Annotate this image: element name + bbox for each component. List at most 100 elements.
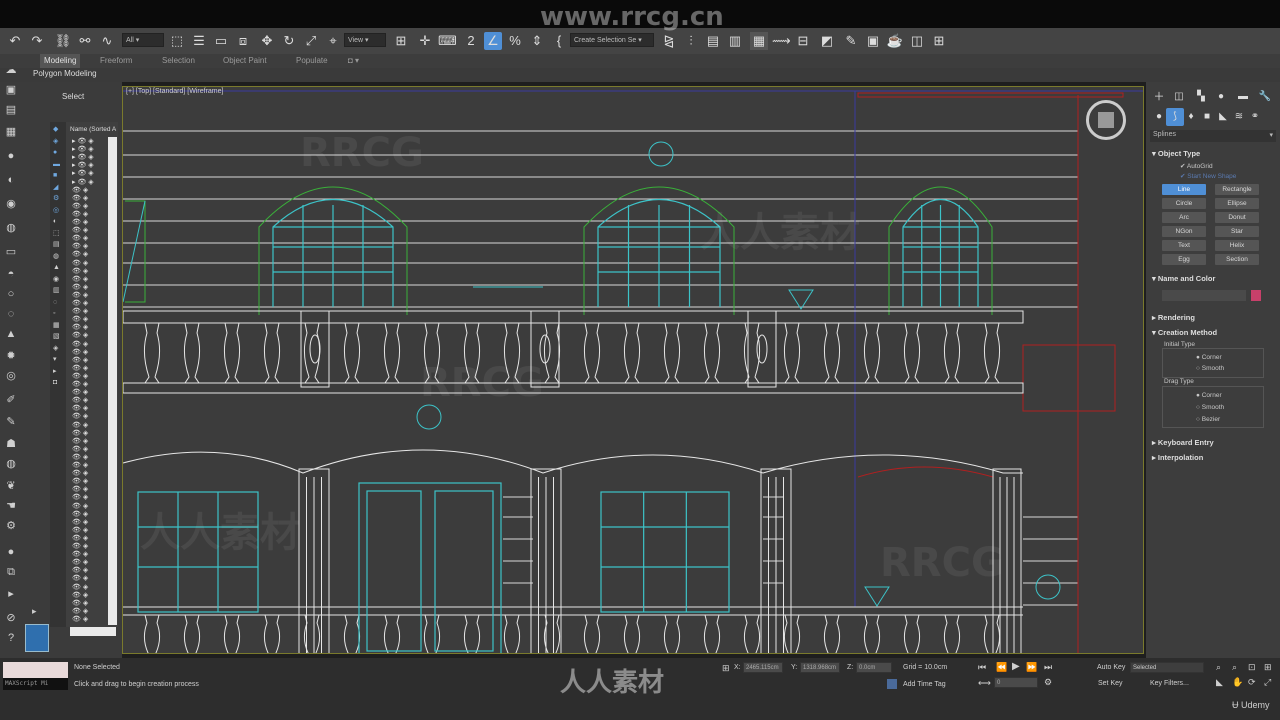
explorer-row[interactable]: 👁 ◈ xyxy=(72,373,88,381)
explorer-row[interactable]: 👁 ◈ xyxy=(72,462,88,470)
utilities-icon[interactable]: ◐ xyxy=(3,172,19,188)
layer-explorer-icon[interactable]: ▤ xyxy=(704,32,722,50)
add-time-tag[interactable]: Add Time Tag xyxy=(903,681,946,688)
object-color-swatch[interactable] xyxy=(1251,290,1261,301)
explorer-filter-icon[interactable]: ◐ xyxy=(53,218,57,226)
explorer-row[interactable]: 👁 ◈ xyxy=(72,535,88,543)
drag-corner-radio[interactable]: ● Corner xyxy=(1196,392,1222,399)
key-filters-button[interactable]: Key Filters... xyxy=(1150,680,1189,687)
time-tag-icon[interactable] xyxy=(887,679,897,689)
pan-icon[interactable]: ✋ xyxy=(1232,677,1243,688)
torus-icon[interactable]: ○ xyxy=(3,286,19,302)
rect-region-icon[interactable]: ▭ xyxy=(212,32,230,50)
reference-coord-dropdown[interactable]: View ▾ xyxy=(344,33,386,47)
ball-icon[interactable]: ● xyxy=(3,544,19,560)
explorer-filter-icon[interactable]: ▾ xyxy=(53,356,57,364)
goto-start-icon[interactable]: ⏮ xyxy=(978,662,986,673)
explorer-row[interactable]: 👁 ◈ xyxy=(72,527,88,535)
explorer-row[interactable]: 👁 ◈ xyxy=(72,389,88,397)
explorer-row[interactable]: 👁 ◈ xyxy=(72,503,88,511)
viewport-label[interactable]: [+] [Top] [Standard] [Wireframe] xyxy=(126,88,223,95)
explorer-row[interactable]: 👁 ◈ xyxy=(72,511,88,519)
explorer-filter-icon[interactable]: ◈ xyxy=(53,345,58,353)
help-icon[interactable]: ? xyxy=(3,630,19,646)
tab-selection[interactable]: Selection xyxy=(158,54,199,68)
auto-key-button[interactable]: Auto Key xyxy=(1097,664,1125,671)
set-key-button[interactable]: Set Key xyxy=(1098,680,1123,687)
current-frame-field[interactable]: 0 xyxy=(994,677,1038,688)
display-tab-icon[interactable]: ▬ xyxy=(1234,88,1252,106)
angle-snap-icon[interactable]: ∠ xyxy=(484,32,502,50)
explorer-hscroll[interactable] xyxy=(70,627,116,636)
tab-freeform[interactable]: Freeform xyxy=(96,54,136,68)
brush-icon[interactable]: ✐ xyxy=(3,392,19,408)
explorer-filter-icon[interactable]: ▲ xyxy=(53,264,60,272)
zoom-extents-icon[interactable]: ⊡ xyxy=(1248,662,1256,673)
next-frame-icon[interactable]: ⏩ xyxy=(1026,662,1037,673)
explorer-filter-icon[interactable]: ◆ xyxy=(53,126,58,134)
motion-tab-icon[interactable]: ● xyxy=(1212,88,1230,106)
align-icon[interactable]: ⫶ xyxy=(682,32,700,50)
explorer-row[interactable]: 👁 ◈ xyxy=(72,543,88,551)
scale-icon[interactable]: ⤢ xyxy=(302,32,320,50)
create-tab-icon[interactable]: ＋ xyxy=(1150,88,1168,106)
top-viewport[interactable] xyxy=(122,86,1144,654)
select-by-name-icon[interactable]: ☰ xyxy=(190,32,208,50)
select-manipulate-icon[interactable]: ✛ xyxy=(416,32,434,50)
named-selection-icon[interactable]: { xyxy=(550,32,568,50)
object-name-field[interactable] xyxy=(1162,290,1246,301)
explorer-row[interactable]: 👁 ◈ xyxy=(72,446,88,454)
gear-icon[interactable]: ⚙ xyxy=(3,518,19,534)
explorer-row[interactable]: 👁 ◈ xyxy=(72,292,88,300)
explorer-row[interactable]: 👁 ◈ xyxy=(72,227,88,235)
geometry-icon[interactable]: ◍ xyxy=(3,220,19,236)
explorer-row[interactable]: 👁 ◈ xyxy=(72,316,88,324)
zoom-icon[interactable]: ⌕ xyxy=(1216,662,1221,673)
unlink-icon[interactable]: ⚯ xyxy=(76,32,94,50)
tab-populate[interactable]: Populate xyxy=(292,54,332,68)
explorer-row[interactable]: 👁 ◈ xyxy=(72,519,88,527)
keyboard-entry-rollout[interactable]: ▸ Keyboard Entry xyxy=(1152,438,1214,447)
zoom-all-icon[interactable]: ⌕ xyxy=(1232,662,1237,673)
display-icon[interactable]: ● xyxy=(3,148,19,164)
viewcube[interactable] xyxy=(1086,100,1126,140)
explorer-row[interactable]: 👁 ◈ xyxy=(72,600,88,608)
explorer-row[interactable]: 👁 ◈ xyxy=(72,251,88,259)
explorer-filter-icon[interactable]: ◌ xyxy=(53,299,57,307)
explorer-row[interactable]: 👁 ◈ xyxy=(72,616,88,624)
tab-modeling[interactable]: Modeling xyxy=(40,54,81,68)
key-mode-icon[interactable]: ⟷ xyxy=(978,678,991,689)
spline-egg-button[interactable]: Egg xyxy=(1162,254,1206,265)
select-object-icon[interactable]: ⬚ xyxy=(168,32,186,50)
globe-icon[interactable]: ◍ xyxy=(3,456,19,472)
explorer-filter-icon[interactable]: ◘ xyxy=(53,379,57,387)
modify-panel-icon[interactable]: ▣ xyxy=(3,82,19,98)
explorer-row[interactable]: 👁 ◈ xyxy=(72,349,88,357)
explorer-row[interactable]: 👁 ◈ xyxy=(72,575,88,583)
drag-smooth-radio[interactable]: ○ Smooth xyxy=(1196,404,1224,411)
explorer-row[interactable]: 👁 ◈ xyxy=(72,608,88,616)
explorer-row[interactable]: ▸ 👁 ◈ xyxy=(72,170,94,178)
create-panel-icon[interactable]: ☁ xyxy=(3,62,19,78)
tab-object-paint[interactable]: Object Paint xyxy=(219,54,271,68)
explorer-row[interactable]: 👁 ◈ xyxy=(72,584,88,592)
bind-icon[interactable]: ∿ xyxy=(98,32,116,50)
explorer-filter-icon[interactable]: ◦ xyxy=(53,310,55,318)
snap-toggle-icon[interactable]: 2 xyxy=(462,32,480,50)
person-icon[interactable]: ☗ xyxy=(3,436,19,452)
hand-icon[interactable]: ☚ xyxy=(3,498,19,514)
motion-icon[interactable]: ▦ xyxy=(3,124,19,140)
explorer-row[interactable]: 👁 ◈ xyxy=(72,478,88,486)
polygon-modeling-label[interactable]: Polygon Modeling xyxy=(33,69,97,78)
spinner-snap-icon[interactable]: ⇕ xyxy=(528,32,546,50)
systems-category-icon[interactable]: ⚭ xyxy=(1246,108,1264,126)
spline-ellipse-button[interactable]: Ellipse xyxy=(1215,198,1259,209)
y-coordinate-field[interactable]: 1318.968cm xyxy=(800,662,840,673)
category-dropdown[interactable]: Splines ▾ xyxy=(1150,130,1276,142)
explorer-row[interactable]: 👁 ◈ xyxy=(72,592,88,600)
modify-tab-icon[interactable]: ◫ xyxy=(1170,88,1188,106)
explorer-filter-icon[interactable]: ◉ xyxy=(53,276,59,284)
selection-filter-dropdown[interactable]: All ▾ xyxy=(122,33,164,47)
render-iterative-icon[interactable]: ◫ xyxy=(908,32,926,50)
keyboard-shortcut-icon[interactable]: ⌨ xyxy=(438,32,457,50)
